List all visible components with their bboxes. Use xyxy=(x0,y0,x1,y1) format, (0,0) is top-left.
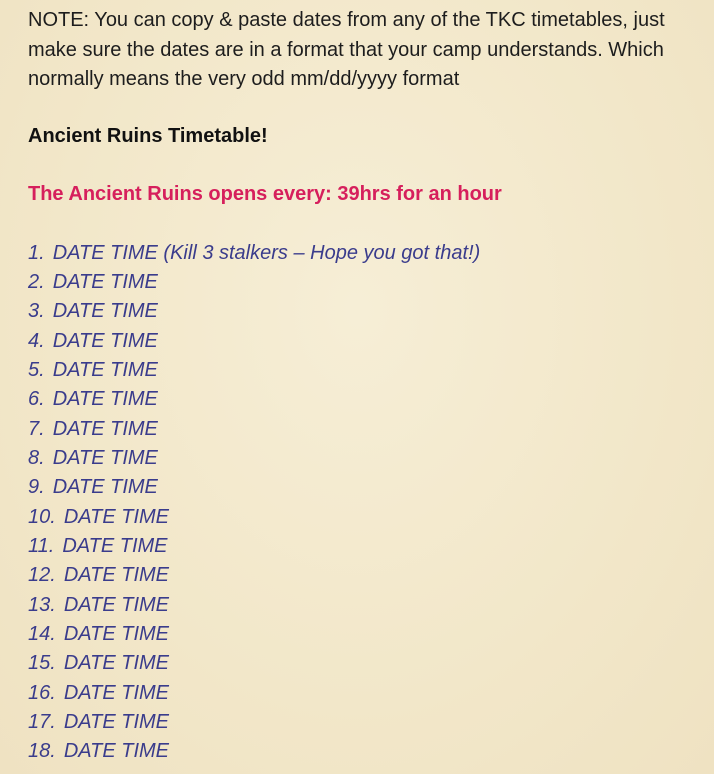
timetable-item-text: DATE TIME xyxy=(52,329,158,352)
timetable-item-text: DATE TIME (Kill 3 stalkers – Hope you go… xyxy=(52,241,481,264)
timetable-item-number: 2. xyxy=(28,270,45,293)
opens-frequency-text: The Ancient Ruins opens every: 39hrs for… xyxy=(28,182,502,205)
timetable-item-text: DATE TIME xyxy=(52,270,158,293)
timetable-item: 15. DATE TIME xyxy=(28,649,708,678)
timetable-item-text: DATE TIME xyxy=(63,740,169,763)
article-content: NOTE: You can copy & paste dates from an… xyxy=(28,6,708,767)
timetable-item: 11. DATE TIME xyxy=(28,532,708,561)
timetable-item-text: DATE TIME xyxy=(52,358,158,381)
timetable-item: 2. DATE TIME xyxy=(28,268,708,297)
timetable-item: 12. DATE TIME xyxy=(28,561,708,590)
timetable-item-text: DATE TIME xyxy=(63,593,169,616)
timetable-item: 4. DATE TIME xyxy=(28,327,708,356)
timetable-item-number: 6. xyxy=(28,388,45,411)
note-paragraph: NOTE: You can copy & paste dates from an… xyxy=(28,9,665,90)
timetable-item-text: DATE TIME xyxy=(63,652,169,675)
timetable-item: 6. DATE TIME xyxy=(28,385,708,414)
timetable-item: 10. DATE TIME xyxy=(28,503,708,532)
timetable-item-number: 12. xyxy=(28,564,56,587)
timetable-item-text: DATE TIME xyxy=(63,505,169,528)
timetable-item-number: 8. xyxy=(28,446,45,469)
timetable-item-text: DATE TIME xyxy=(63,681,169,704)
timetable-item-text: DATE TIME xyxy=(62,534,168,557)
timetable-item-number: 1. xyxy=(28,241,45,264)
timetable-item: 9. DATE TIME xyxy=(28,473,708,502)
timetable-item-number: 11. xyxy=(28,534,55,557)
timetable-item-text: DATE TIME xyxy=(63,622,169,645)
timetable-item-number: 10. xyxy=(28,505,56,528)
timetable-item: 16. DATE TIME xyxy=(28,679,708,708)
timetable-item: 18. DATE TIME xyxy=(28,737,708,766)
timetable-item-number: 13. xyxy=(28,593,56,616)
timetable-item-text: DATE TIME xyxy=(63,711,169,733)
timetable-item-text: DATE TIME xyxy=(63,564,169,587)
timetable-item: 3. DATE TIME xyxy=(28,297,708,326)
timetable-item-text: DATE TIME xyxy=(52,446,158,469)
timetable-item-number: 3. xyxy=(28,300,45,323)
timetable-item-number: 17. xyxy=(28,711,56,733)
timetable-item: 1. DATE TIME (Kill 3 stalkers – Hope you … xyxy=(28,239,708,268)
timetable-item-text: DATE TIME xyxy=(52,417,158,440)
timetable-item-number: 7. xyxy=(28,417,45,440)
timetable-heading: Ancient Ruins Timetable! xyxy=(28,124,268,147)
timetable-item-text: DATE TIME xyxy=(52,388,158,411)
timetable-item-number: 16. xyxy=(28,681,56,704)
timetable-item: 17. DATE TIME xyxy=(28,708,708,737)
timetable-item-number: 18. xyxy=(28,740,56,763)
timetable-item-number: 14. xyxy=(28,622,56,645)
timetable-item-number: 15. xyxy=(28,652,56,675)
timetable-list: 1. DATE TIME (Kill 3 stalkers – Hope you … xyxy=(28,239,708,767)
timetable-item: 7. DATE TIME xyxy=(28,415,708,444)
timetable-item-number: 4. xyxy=(28,329,45,352)
timetable-item-number: 5. xyxy=(28,358,45,381)
timetable-item: 13. DATE TIME xyxy=(28,591,708,620)
timetable-item: 14. DATE TIME xyxy=(28,620,708,649)
timetable-item-number: 9. xyxy=(28,476,45,499)
timetable-item-text: DATE TIME xyxy=(52,300,158,323)
timetable-item-text: DATE TIME xyxy=(52,476,158,499)
timetable-item: 8. DATE TIME xyxy=(28,444,708,473)
timetable-item: 5. DATE TIME xyxy=(28,356,708,385)
